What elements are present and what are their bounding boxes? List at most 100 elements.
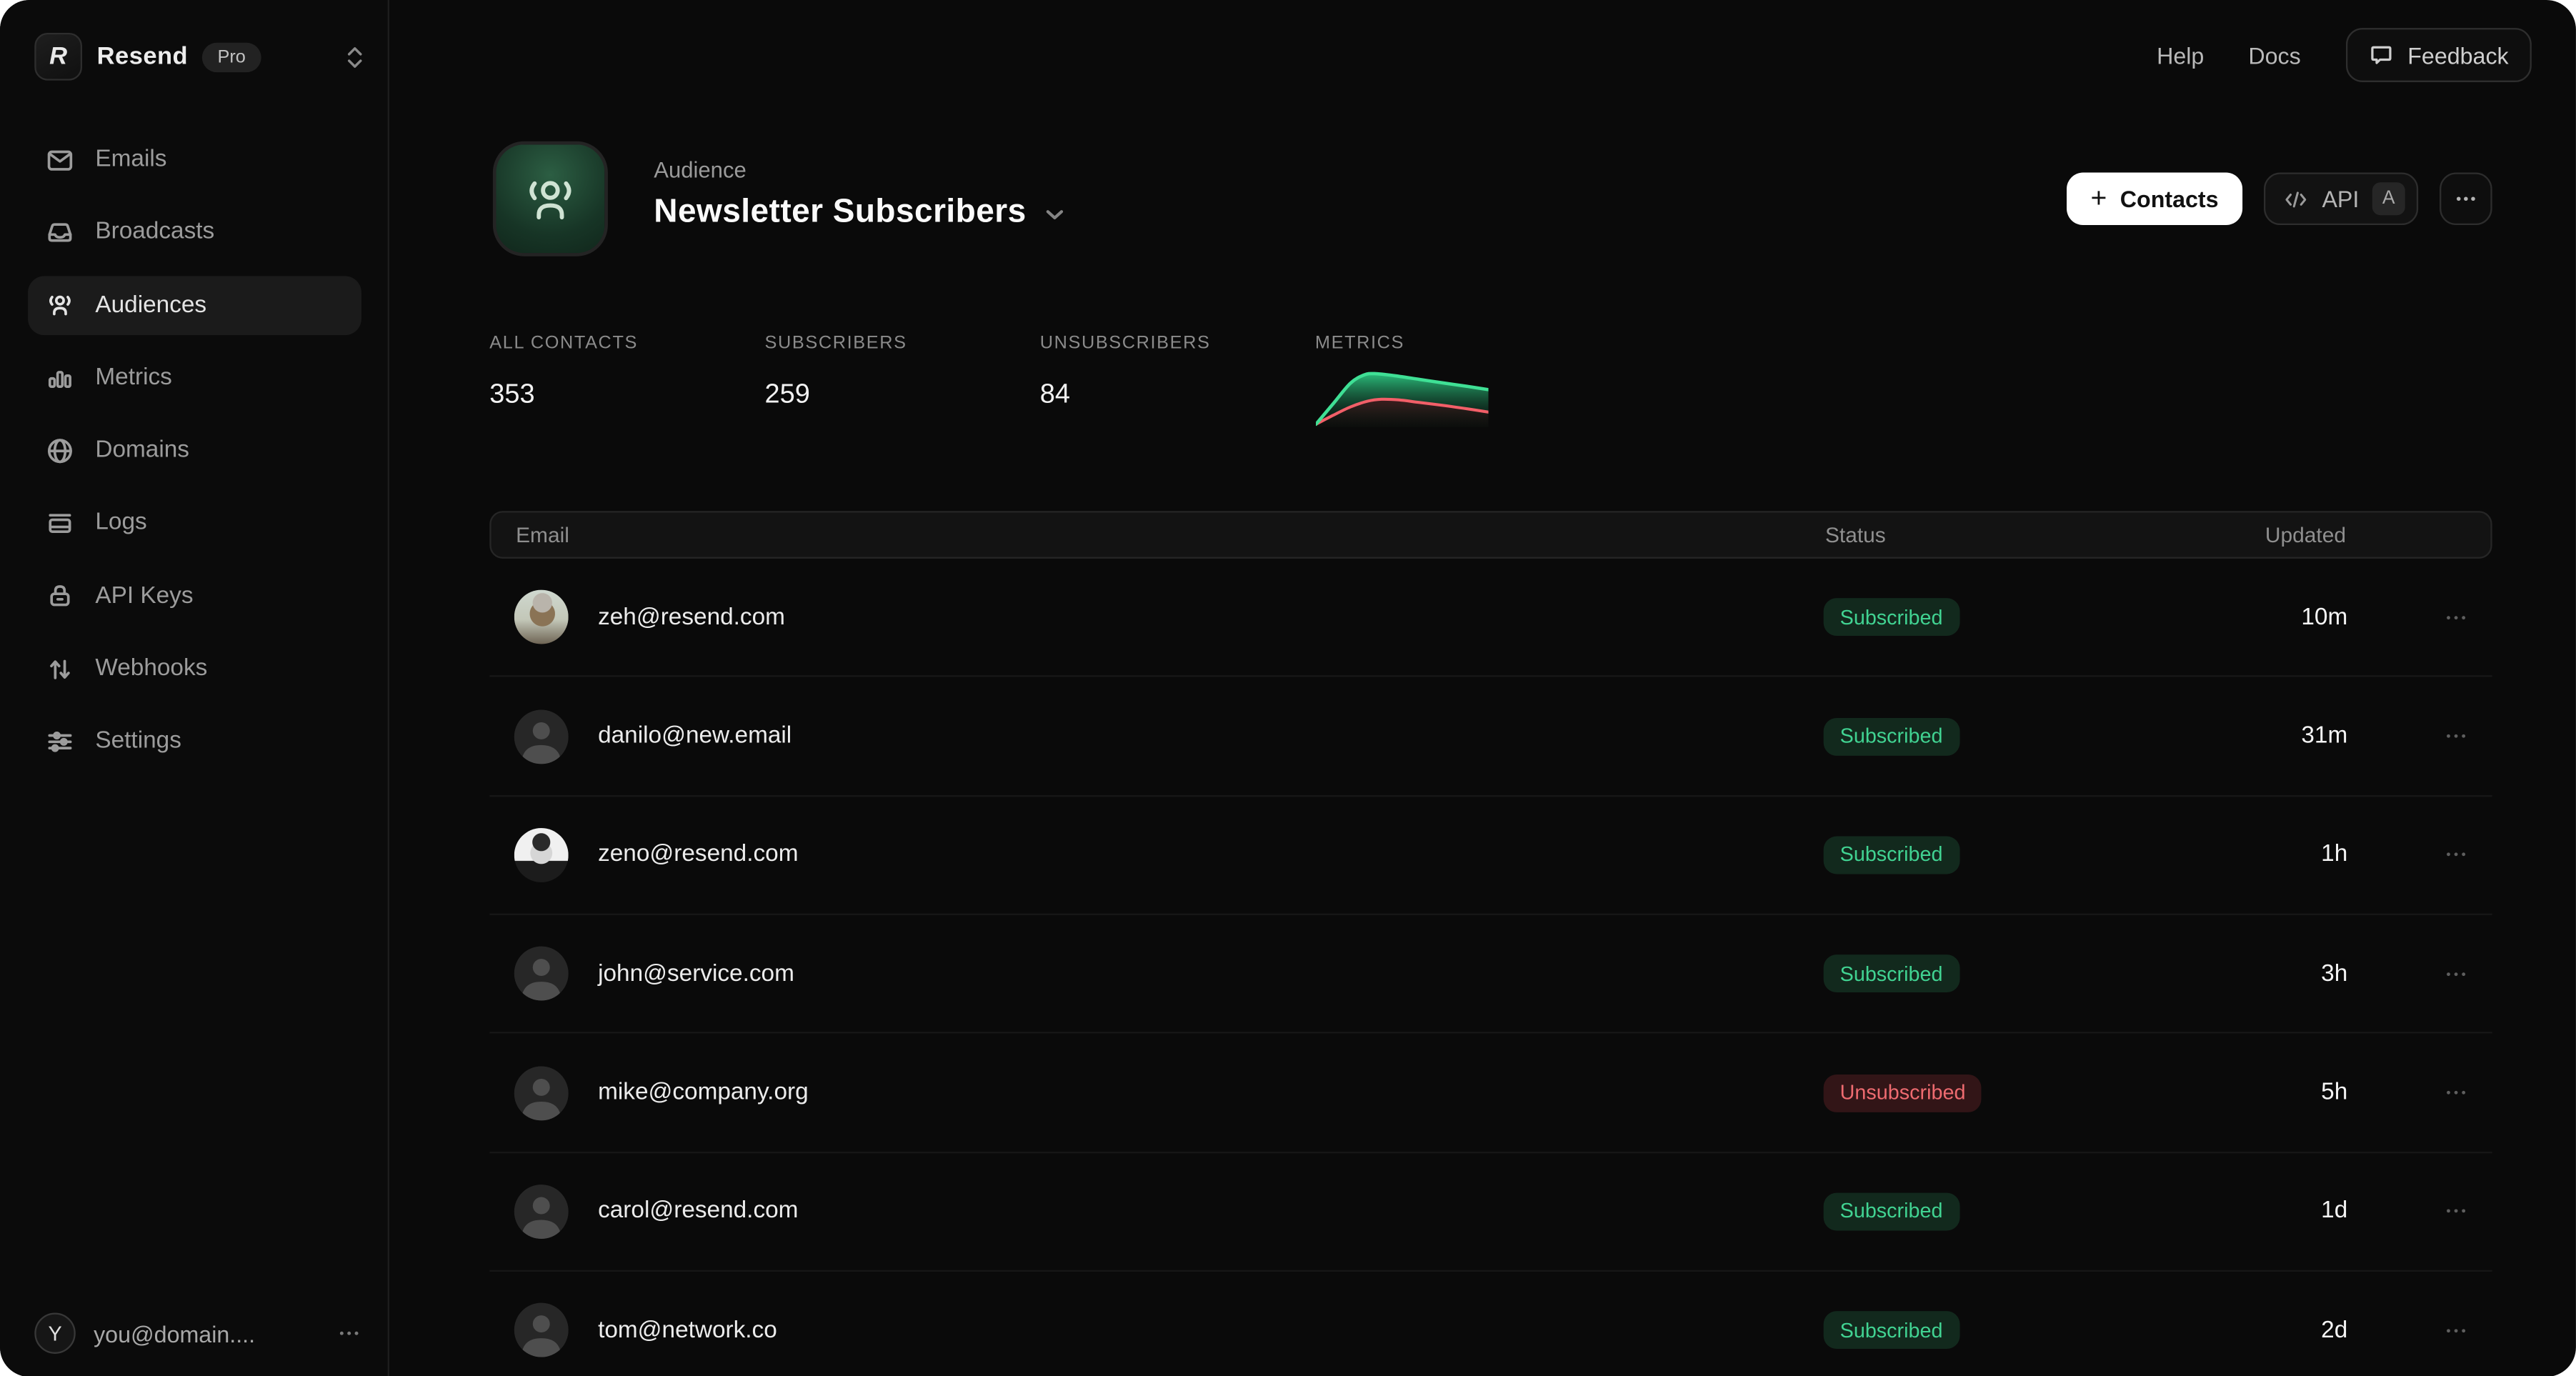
- sidebar-item-metrics[interactable]: Metrics: [28, 348, 361, 407]
- avatar: Y: [34, 1312, 75, 1353]
- email-cell: mike@company.org: [489, 1065, 1823, 1120]
- status-cell: Subscribed: [1824, 955, 2179, 993]
- sidebar-item-api-keys[interactable]: API Keys: [28, 567, 361, 626]
- stat-label: ALL CONTACTS: [489, 334, 764, 355]
- status-cell: Subscribed: [1824, 717, 2179, 755]
- row-ellipsis-icon[interactable]: [2347, 1317, 2492, 1344]
- feedback-button[interactable]: Feedback: [2345, 28, 2532, 82]
- sidebar-item-label: Audiences: [95, 291, 206, 318]
- status-cell: Unsubscribed: [1824, 1074, 2179, 1112]
- api-button[interactable]: API A: [2265, 172, 2418, 225]
- sidebar-item-audiences[interactable]: Audiences: [28, 275, 361, 334]
- contacts-label: Contacts: [2120, 186, 2219, 212]
- resend-logo: R: [34, 33, 82, 81]
- add-contacts-button[interactable]: + Contacts: [2066, 172, 2243, 225]
- status-cell: Subscribed: [1824, 1312, 2179, 1350]
- page-title-row[interactable]: Newsletter Subscribers: [654, 194, 1064, 231]
- sidebar-item-webhooks[interactable]: Webhooks: [28, 639, 361, 699]
- contact-email: john@service.com: [598, 961, 794, 987]
- updated-cell: 5h: [2178, 1080, 2347, 1106]
- contact-email: zeh@resend.com: [598, 604, 785, 631]
- row-ellipsis-icon[interactable]: [2347, 1198, 2492, 1225]
- sidebar-item-label: Domains: [95, 437, 189, 464]
- app-window: R Resend Pro Emails Broadcasts Audiences…: [0, 0, 2576, 1376]
- sidebar-item-label: Settings: [95, 729, 181, 755]
- arrows-up-down-icon: [46, 655, 74, 683]
- updated-cell: 1d: [2178, 1198, 2347, 1225]
- stage: R Resend Pro Emails Broadcasts Audiences…: [0, 0, 2576, 1376]
- row-ellipsis-icon[interactable]: [2347, 961, 2492, 987]
- updated-cell: 1h: [2178, 842, 2347, 868]
- table-row[interactable]: carol@resend.com Subscribed 1d: [489, 1153, 2492, 1272]
- broadcast-icon: [46, 218, 74, 246]
- stat-value: 353: [489, 379, 764, 411]
- feedback-label: Feedback: [2407, 42, 2508, 69]
- code-icon: [2285, 186, 2309, 211]
- row-ellipsis-icon[interactable]: [2347, 1080, 2492, 1106]
- table-row[interactable]: zeh@resend.com Subscribed 10m: [489, 559, 2492, 677]
- row-ellipsis-icon[interactable]: [2347, 723, 2492, 749]
- brand-name: Resend: [97, 43, 188, 71]
- email-cell: danilo@new.email: [489, 709, 1823, 763]
- main-content: Help Docs Feedback Audience Newsletter S…: [389, 0, 2576, 1376]
- table-row[interactable]: zeno@resend.com Subscribed 1h: [489, 797, 2492, 915]
- contacts-table: Email Status Updated zeh@resend.com Subs…: [489, 511, 2492, 1376]
- column-header-email: Email: [491, 522, 1825, 547]
- status-badge: Subscribed: [1824, 1312, 1960, 1350]
- contact-email: zeno@resend.com: [598, 842, 798, 868]
- sidebar-item-logs[interactable]: Logs: [28, 494, 361, 553]
- user-email: you@domain....: [94, 1320, 255, 1347]
- docs-link[interactable]: Docs: [2248, 42, 2300, 69]
- table-row[interactable]: danilo@new.email Subscribed 31m: [489, 677, 2492, 796]
- stat-label: SUBSCRIBERS: [765, 334, 1040, 355]
- status-cell: Subscribed: [1824, 598, 2179, 636]
- sidebar-item-settings[interactable]: Settings: [28, 712, 361, 772]
- sidebar-item-broadcasts[interactable]: Broadcasts: [28, 203, 361, 262]
- audience-avatar: [493, 141, 608, 256]
- row-ellipsis-icon[interactable]: [2347, 842, 2492, 868]
- sidebar-item-label: API Keys: [95, 583, 193, 609]
- stat-value: 259: [765, 379, 1040, 411]
- user-menu[interactable]: Y you@domain....: [34, 1312, 361, 1355]
- page-eyebrow: Audience: [654, 158, 746, 182]
- status-badge: Subscribed: [1824, 1192, 1960, 1230]
- table-row[interactable]: john@service.com Subscribed 3h: [489, 915, 2492, 1034]
- chevron-up-down-icon[interactable]: [345, 44, 365, 70]
- table-row[interactable]: tom@network.co Subscribed 2d: [489, 1272, 2492, 1376]
- sidebar-nav: Emails Broadcasts Audiences Metrics Doma…: [28, 130, 361, 785]
- logo-letter: R: [49, 43, 67, 71]
- users-icon: [46, 291, 74, 319]
- table-body: zeh@resend.com Subscribed 10m danilo@new…: [489, 559, 2492, 1376]
- lock-icon: [46, 582, 74, 610]
- row-ellipsis-icon[interactable]: [2347, 604, 2492, 631]
- updated-cell: 10m: [2178, 604, 2347, 631]
- status-cell: Subscribed: [1824, 1192, 2179, 1230]
- column-header-status: Status: [1825, 522, 2180, 547]
- status-badge: Subscribed: [1824, 836, 1960, 874]
- sliders-icon: [46, 727, 74, 755]
- sidebar-item-label: Webhooks: [95, 656, 207, 682]
- contact-avatar: [514, 709, 569, 763]
- workspace-switcher[interactable]: R Resend Pro: [34, 31, 364, 82]
- email-cell: tom@network.co: [489, 1303, 1823, 1357]
- ellipsis-icon[interactable]: [336, 1321, 361, 1345]
- help-link[interactable]: Help: [2157, 42, 2204, 69]
- table-row[interactable]: mike@company.org Unsubscribed 5h: [489, 1034, 2492, 1152]
- contact-avatar: [514, 1065, 569, 1120]
- contact-email: carol@resend.com: [598, 1198, 798, 1225]
- updated-cell: 31m: [2178, 723, 2347, 749]
- updated-cell: 3h: [2178, 961, 2347, 987]
- more-options-button[interactable]: [2440, 172, 2492, 225]
- contact-avatar: [514, 828, 569, 882]
- sidebar: R Resend Pro Emails Broadcasts Audiences…: [0, 0, 389, 1376]
- stat-subscribers: SUBSCRIBERS 259: [765, 334, 1040, 427]
- updated-cell: 2d: [2178, 1317, 2347, 1344]
- sidebar-item-domains[interactable]: Domains: [28, 421, 361, 480]
- contact-avatar: [514, 947, 569, 1001]
- page-title: Newsletter Subscribers: [654, 194, 1026, 231]
- header-actions: + Contacts API A: [2066, 172, 2492, 225]
- chevron-down-icon: [1044, 209, 1064, 221]
- api-label: API: [2322, 186, 2359, 212]
- status-badge: Subscribed: [1824, 955, 1960, 993]
- sidebar-item-emails[interactable]: Emails: [28, 130, 361, 189]
